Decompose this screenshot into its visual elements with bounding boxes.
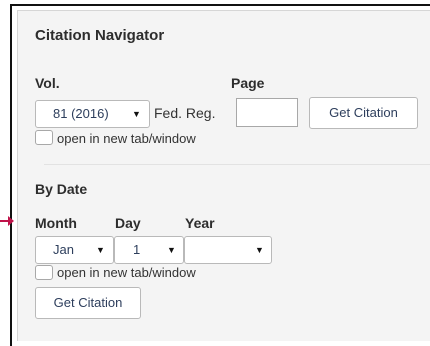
volume-value: 81 (2016)	[53, 106, 109, 121]
arrow-head	[8, 216, 14, 226]
page-input[interactable]	[236, 98, 298, 127]
divider	[44, 164, 430, 165]
chevron-down-icon: ▼	[132, 109, 141, 119]
chevron-down-icon: ▼	[255, 245, 264, 255]
day-value: 1	[133, 242, 141, 257]
open-new-tab-checkbox-date[interactable]	[35, 265, 53, 280]
get-citation-button[interactable]: Get Citation	[309, 97, 418, 129]
page-label: Page	[231, 75, 265, 91]
day-label: Day	[115, 215, 141, 231]
month-label: Month	[35, 215, 77, 231]
chevron-down-icon: ▼	[167, 245, 176, 255]
by-date-heading: By Date	[35, 181, 88, 197]
get-citation-date-button[interactable]: Get Citation	[35, 287, 141, 319]
open-new-tab-checkbox[interactable]	[35, 130, 53, 145]
month-value: Jan	[53, 242, 74, 257]
month-select[interactable]: Jan ▼	[35, 236, 114, 264]
chevron-down-icon: ▼	[96, 245, 105, 255]
volume-select[interactable]: 81 (2016) ▼	[35, 100, 150, 128]
fed-reg-label: Fed. Reg.	[154, 105, 216, 121]
open-new-tab-label: open in new tab/window	[57, 131, 196, 146]
year-select[interactable]: ▼	[184, 236, 272, 264]
open-new-tab-label-date: open in new tab/window	[57, 265, 196, 280]
day-select[interactable]: 1 ▼	[114, 236, 184, 264]
vol-label: Vol.	[35, 75, 60, 91]
panel-title: Citation Navigator	[35, 27, 165, 44]
year-label: Year	[185, 215, 215, 231]
